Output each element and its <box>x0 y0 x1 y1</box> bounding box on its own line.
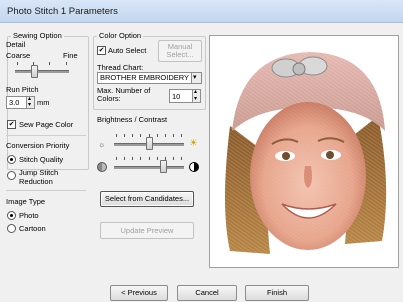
run-pitch-value: 3.0 <box>9 98 20 107</box>
sew-page-color-label[interactable]: Sew Page Color <box>19 120 73 129</box>
preview-frame <box>209 35 399 268</box>
contrast-slider-ticks <box>116 157 182 160</box>
thread-chart-value: BROTHER EMBROIDERY <box>100 73 190 82</box>
finish-button[interactable]: Finish <box>245 285 309 301</box>
sun-large-icon: ☀ <box>189 138 198 149</box>
run-pitch-unit: mm <box>37 98 50 107</box>
max-colors-field[interactable]: 10 ▴ ▾ <box>169 89 201 103</box>
fine-label: Fine <box>63 51 78 60</box>
detail-slider-track[interactable] <box>15 70 69 73</box>
dialog-client-area: Sewing Option Detail Coarse Fine Run Pit… <box>0 23 403 302</box>
conversion-priority-label: Conversion Priority <box>6 141 70 150</box>
thread-chart-select[interactable]: BROTHER EMBROIDERY ▾ <box>97 72 202 84</box>
thread-chart-label: Thread Chart: <box>97 63 144 72</box>
manual-select-label: Manual Select... <box>166 42 194 59</box>
sun-small-icon: ☼ <box>98 140 106 149</box>
stitch-quality-radio[interactable] <box>7 155 16 164</box>
previous-button[interactable]: < Previous <box>110 285 168 301</box>
manual-select-button[interactable]: Manual Select... <box>158 40 202 62</box>
chevron-down-icon[interactable]: ▾ <box>191 73 201 83</box>
photo-radio[interactable] <box>7 211 16 220</box>
detail-slider-ticks <box>17 62 67 65</box>
stitch-quality-label[interactable]: Stitch Quality <box>19 155 63 164</box>
photo-label[interactable]: Photo <box>19 211 39 220</box>
detail-label: Detail <box>6 40 26 49</box>
cartoon-label[interactable]: Cartoon <box>19 224 46 233</box>
run-pitch-spinner[interactable]: ▴ ▾ <box>26 96 34 108</box>
separator <box>6 190 86 191</box>
contrast-high-icon <box>189 162 199 172</box>
dialog-window: Photo Stitch 1 Parameters Sewing Option … <box>0 0 403 302</box>
sew-page-color-checkbox[interactable]: ✔ <box>7 120 16 129</box>
max-colors-spinner[interactable]: ▴ ▾ <box>192 89 200 102</box>
max-colors-value: 10 <box>172 92 181 101</box>
update-preview-label: Update Preview <box>120 226 174 235</box>
embroidery-preview-image <box>210 36 398 267</box>
finish-label: Finish <box>266 288 287 297</box>
detail-slider-thumb[interactable] <box>30 65 38 78</box>
run-pitch-label: Run Pitch <box>6 85 39 94</box>
separator <box>6 135 86 136</box>
jump-stitch-reduction-radio[interactable] <box>7 171 16 180</box>
title-bar[interactable]: Photo Stitch 1 Parameters <box>0 0 403 23</box>
contrast-slider-thumb[interactable] <box>160 160 167 173</box>
contrast-slider-track[interactable] <box>114 166 184 169</box>
coarse-label: Coarse <box>6 51 31 60</box>
select-from-candidates-button[interactable]: Select from Candidates... <box>100 191 194 207</box>
brightness-contrast-label: Brightness / Contrast <box>97 115 168 124</box>
window-title: Photo Stitch 1 Parameters <box>7 6 118 17</box>
color-option-label: Color Option <box>97 31 144 40</box>
select-from-candidates-label: Select from Candidates... <box>104 194 190 203</box>
jump-stitch-reduction-label[interactable]: Jump Stitch Reduction <box>19 168 61 186</box>
max-colors-label: Max. Number of Colors: <box>97 86 151 103</box>
image-type-label: Image Type <box>6 197 46 206</box>
cartoon-radio[interactable] <box>7 224 16 233</box>
cancel-button[interactable]: Cancel <box>177 285 237 301</box>
cancel-label: Cancel <box>195 288 219 297</box>
contrast-low-icon <box>97 162 107 172</box>
auto-select-checkbox[interactable]: ✔ <box>97 46 106 55</box>
sewing-option-label: Sewing Option <box>11 31 64 40</box>
previous-label: < Previous <box>121 288 157 297</box>
update-preview-button[interactable]: Update Preview <box>100 222 194 239</box>
auto-select-label[interactable]: Auto Select <box>108 46 146 55</box>
brightness-slider-thumb[interactable] <box>146 137 153 150</box>
run-pitch-field[interactable]: 3.0 ▴ ▾ <box>6 96 35 109</box>
